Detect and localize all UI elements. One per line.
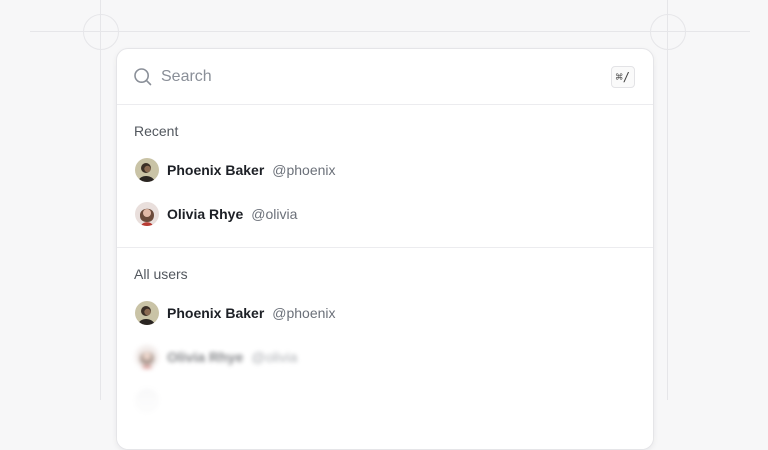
user-name: Phoenix Baker <box>167 162 265 178</box>
avatar <box>135 158 159 182</box>
guide-line-left <box>100 0 101 400</box>
search-bar: ⌘/ <box>117 49 653 105</box>
user-handle: @phoenix <box>272 162 336 178</box>
guide-line-horizontal <box>30 31 750 32</box>
search-icon <box>134 67 152 85</box>
user-handle: @phoenix <box>272 305 336 321</box>
section-divider <box>117 247 653 248</box>
guide-line-right <box>667 0 668 400</box>
section-title-all-users: All users <box>134 266 188 282</box>
user-handle: @olivia <box>251 206 298 222</box>
search-input[interactable] <box>161 67 611 86</box>
avatar <box>135 202 159 226</box>
fade-overlay <box>117 361 653 449</box>
shortcut-badge: ⌘/ <box>610 65 635 88</box>
command-palette: ⌘/ Recent Phoenix Baker @phoenix Olivia … <box>116 48 654 450</box>
guide-circle-left <box>83 14 119 50</box>
section-title-recent: Recent <box>134 123 179 139</box>
recent-user-row[interactable]: Olivia Rhye @olivia <box>117 192 653 236</box>
avatar <box>135 301 159 325</box>
user-name: Olivia Rhye <box>167 206 244 222</box>
user-name: Phoenix Baker <box>167 305 265 321</box>
all-users-row[interactable]: Phoenix Baker @phoenix <box>117 291 653 335</box>
recent-user-row[interactable]: Phoenix Baker @phoenix <box>117 148 653 192</box>
guide-circle-right <box>650 14 686 50</box>
